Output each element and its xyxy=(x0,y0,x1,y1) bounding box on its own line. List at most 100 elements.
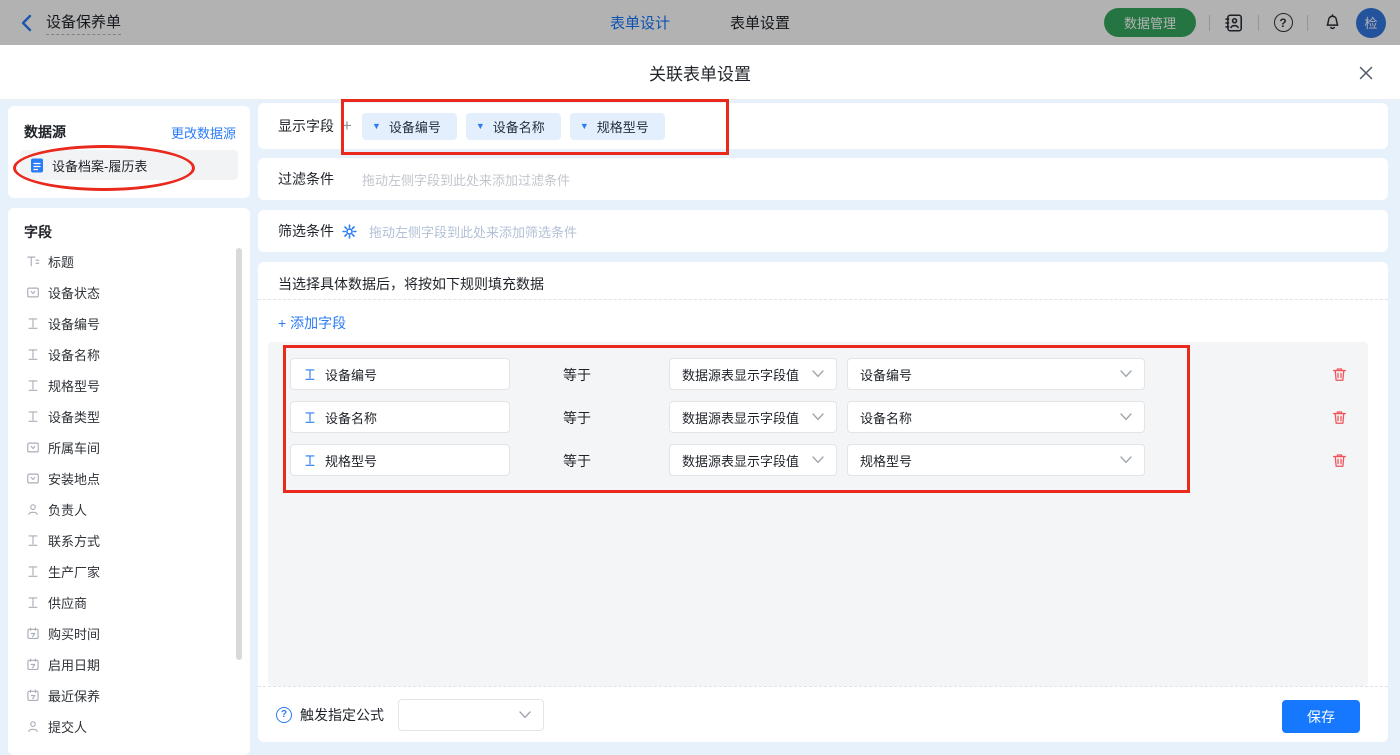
rule-value-select[interactable]: 设备名称 xyxy=(847,401,1145,433)
field-item[interactable]: 联系方式 xyxy=(8,525,250,556)
text-icon xyxy=(303,410,317,425)
filter-placeholder: 拖动左侧字段到此处来添加过滤条件 xyxy=(362,170,570,189)
field-item[interactable]: 规格型号 xyxy=(8,370,250,401)
rule-target-field[interactable]: 规格型号 xyxy=(290,444,510,476)
help-icon[interactable]: ? xyxy=(1272,12,1294,34)
person-icon xyxy=(26,502,40,517)
display-field-tag[interactable]: ▼设备名称 xyxy=(466,113,561,140)
field-item[interactable]: 提交人 xyxy=(8,711,250,742)
filter-card[interactable]: 过滤条件 拖动左侧字段到此处来添加过滤条件 xyxy=(258,158,1388,200)
field-item[interactable]: 标题 xyxy=(8,246,250,277)
rule-source-select[interactable]: 数据源表显示字段值 xyxy=(669,401,837,433)
display-field-tag[interactable]: ▼设备编号 xyxy=(362,113,457,140)
gear-icon[interactable] xyxy=(342,224,357,239)
add-field-button[interactable]: + 添加字段 xyxy=(278,313,346,333)
screening-card[interactable]: 筛选条件 拖动左侧字段到此处来添加筛选条件 xyxy=(258,210,1388,252)
document-icon xyxy=(30,158,44,173)
datasource-selected-row[interactable]: 设备档案-履历表 xyxy=(20,150,238,180)
field-item[interactable]: 购买时间 xyxy=(8,618,250,649)
rule-target-field[interactable]: 设备编号 xyxy=(290,358,510,390)
rules-card: 当选择具体数据后，将按如下规则填充数据 + 添加字段 设备编号等于数据源表显示字… xyxy=(258,262,1388,742)
tab-form-settings[interactable]: 表单设置 xyxy=(730,12,790,33)
fields-header: 字段 xyxy=(8,208,250,242)
contacts-icon[interactable] xyxy=(1223,12,1245,34)
data-manage-button[interactable]: 数据管理 xyxy=(1104,8,1196,37)
field-item-label: 供应商 xyxy=(48,593,87,612)
field-item[interactable]: 安装地点 xyxy=(8,463,250,494)
field-item[interactable]: 负责人 xyxy=(8,494,250,525)
date-icon xyxy=(26,688,40,703)
title-icon xyxy=(26,254,40,269)
text-icon xyxy=(26,347,40,362)
modal-title: 关联表单设置 xyxy=(0,45,1400,100)
screening-placeholder: 拖动左侧字段到此处来添加筛选条件 xyxy=(369,222,577,241)
rules-panel: 设备编号等于数据源表显示字段值设备编号设备名称等于数据源表显示字段值设备名称规格… xyxy=(268,342,1368,686)
close-icon[interactable] xyxy=(1356,63,1376,83)
rule-value-label: 设备编号 xyxy=(860,365,912,384)
rule-source-value: 数据源表显示字段值 xyxy=(682,408,799,427)
display-field-tag[interactable]: ▼规格型号 xyxy=(570,113,665,140)
add-display-field-button[interactable]: + xyxy=(342,116,352,136)
field-item[interactable]: 生产厂家 xyxy=(8,556,250,587)
rule-source-select[interactable]: 数据源表显示字段值 xyxy=(669,358,837,390)
field-item-label: 联系方式 xyxy=(48,531,100,550)
avatar[interactable]: 检 xyxy=(1356,8,1386,38)
bell-icon[interactable] xyxy=(1321,12,1343,34)
change-datasource-link[interactable]: 更改数据源 xyxy=(171,123,236,142)
trash-icon[interactable] xyxy=(1330,365,1348,383)
triangle-down-icon: ▼ xyxy=(580,122,589,131)
date-icon xyxy=(26,626,40,641)
rule-value-select[interactable]: 规格型号 xyxy=(847,444,1145,476)
text-icon xyxy=(303,367,317,382)
field-item-label: 购买时间 xyxy=(48,624,100,643)
field-item[interactable]: 设备类型 xyxy=(8,401,250,432)
triangle-down-icon: ▼ xyxy=(476,122,485,131)
datasource-card: 数据源 更改数据源 设备档案-履历表 xyxy=(8,106,250,198)
chevron-down-icon xyxy=(1120,370,1132,378)
datasource-selected-label: 设备档案-履历表 xyxy=(52,156,147,175)
trash-icon[interactable] xyxy=(1330,408,1348,426)
fields-title: 字段 xyxy=(24,224,52,240)
rule-source-select[interactable]: 数据源表显示字段值 xyxy=(669,444,837,476)
rules-hint: 当选择具体数据后，将按如下规则填充数据 xyxy=(258,262,1388,294)
fields-scrollbar[interactable] xyxy=(236,248,242,660)
field-item[interactable]: 最近保养 xyxy=(8,680,250,711)
formula-select[interactable] xyxy=(398,699,544,731)
rule-field-label: 设备名称 xyxy=(325,408,377,427)
display-fields-card: 显示字段 + ▼设备编号▼设备名称▼规格型号 xyxy=(258,103,1388,149)
field-item-label: 负责人 xyxy=(48,500,87,519)
chevron-down-icon xyxy=(812,413,824,421)
save-button[interactable]: 保存 xyxy=(1282,700,1360,733)
field-item[interactable]: 所属车间 xyxy=(8,432,250,463)
field-item-label: 提交人 xyxy=(48,717,87,736)
screening-label: 筛选条件 xyxy=(278,221,334,241)
field-list: 标题设备状态设备编号设备名称规格型号设备类型所属车间安装地点负责人联系方式生产厂… xyxy=(8,246,250,742)
text-icon xyxy=(26,409,40,424)
formula-help-icon[interactable]: ? xyxy=(276,707,292,723)
rule-value-label: 设备名称 xyxy=(860,408,912,427)
field-item-label: 所属车间 xyxy=(48,438,100,457)
field-item-label: 设备名称 xyxy=(48,345,100,364)
rule-source-value: 数据源表显示字段值 xyxy=(682,365,799,384)
field-item-label: 标题 xyxy=(48,252,74,271)
field-item[interactable]: 启用日期 xyxy=(8,649,250,680)
text-icon xyxy=(26,564,40,579)
text-icon xyxy=(303,453,317,468)
rule-value-select[interactable]: 设备编号 xyxy=(847,358,1145,390)
field-item[interactable]: 设备状态 xyxy=(8,277,250,308)
trash-icon[interactable] xyxy=(1330,451,1348,469)
rule-target-field[interactable]: 设备名称 xyxy=(290,401,510,433)
rule-source-value: 数据源表显示字段值 xyxy=(682,451,799,470)
rule-row: 设备编号等于数据源表显示字段值设备编号 xyxy=(268,358,1368,390)
topbar-actions: 数据管理 ? 检 xyxy=(1104,0,1386,45)
field-item[interactable]: 设备名称 xyxy=(8,339,250,370)
field-item[interactable]: 供应商 xyxy=(8,587,250,618)
divider xyxy=(1209,15,1210,31)
select-icon xyxy=(26,471,40,486)
chevron-down-icon xyxy=(812,456,824,464)
display-tags: ▼设备编号 ▼设备名称 ▼规格型号 xyxy=(362,113,665,140)
rule-row: 规格型号等于数据源表显示字段值规格型号 xyxy=(268,444,1368,476)
tab-form-design[interactable]: 表单设计 xyxy=(610,12,670,33)
field-item[interactable]: 设备编号 xyxy=(8,308,250,339)
field-item-label: 启用日期 xyxy=(48,655,100,674)
